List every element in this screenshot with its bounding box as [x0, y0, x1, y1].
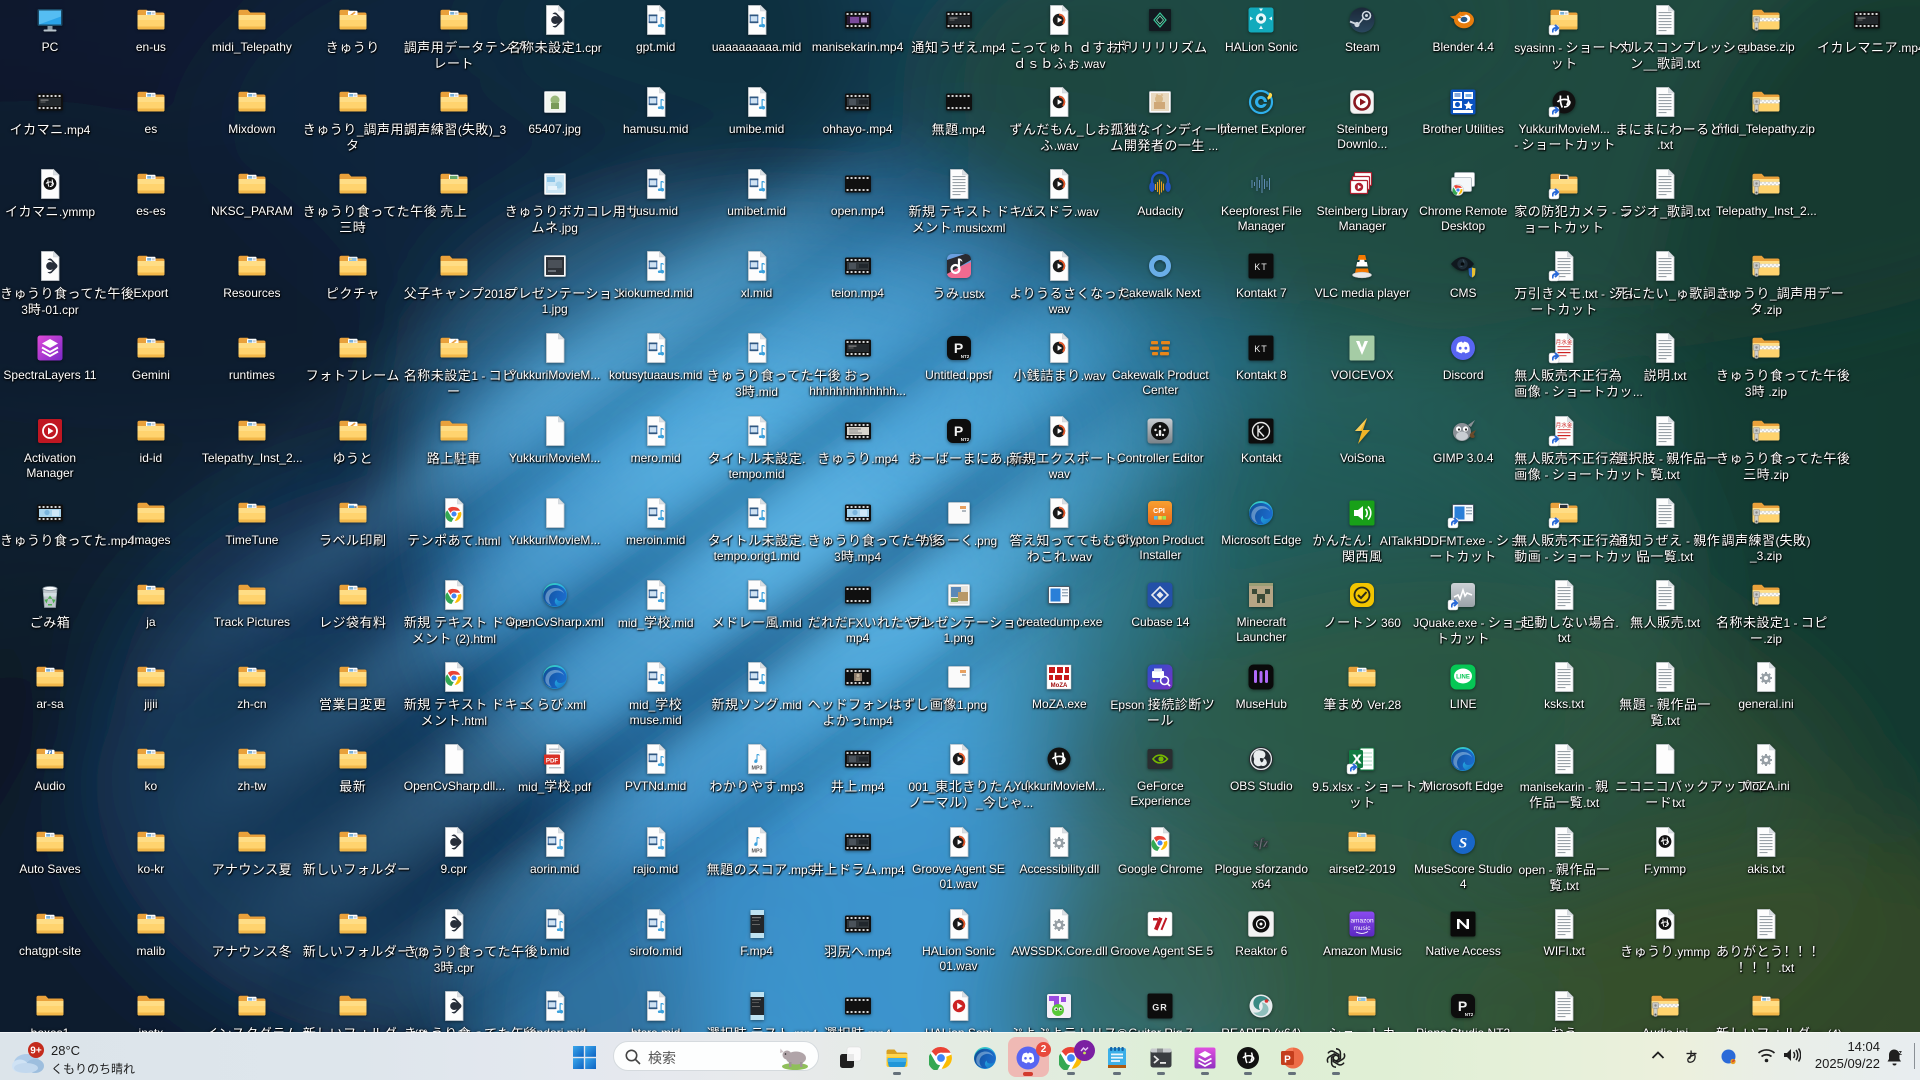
svg-text:P: P — [1284, 1055, 1291, 1066]
svg-text:z: z — [1899, 1050, 1903, 1057]
svg-text:9+: 9+ — [30, 1046, 42, 1057]
